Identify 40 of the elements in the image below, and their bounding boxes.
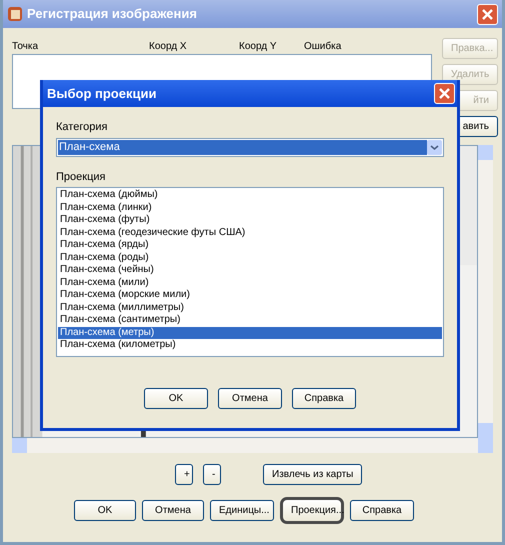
close-button[interactable] [477,4,498,24]
list-item[interactable]: План-схема (линки) [58,202,442,214]
list-item[interactable]: План-схема (роды) [58,252,442,264]
dialog-button[interactable]: Отмена [218,388,282,409]
list-item[interactable]: План-схема (ярды) [58,239,442,252]
dialog-button[interactable]: Отмена [142,500,204,521]
horizontal-scrollbar[interactable] [12,438,493,453]
list-item[interactable]: План-схема (мили) [58,276,442,289]
zoom-button[interactable]: + [175,464,193,484]
column-header: Коорд Y [239,40,278,54]
list-item[interactable]: План-схема (футы) [58,214,442,226]
close-icon [439,88,450,99]
category-label: Категория [56,120,108,135]
dialog-button[interactable]: OK [74,500,136,521]
category-dropdown[interactable]: План-схема [56,138,444,156]
list-item[interactable]: План-схема (сантиметры) [58,314,442,326]
list-item[interactable]: План-схема (чейны) [58,264,442,276]
list-item[interactable]: План-схема (километры) [58,339,442,352]
column-header: Точка [12,40,40,54]
app-icon [7,6,23,22]
list-item[interactable]: План-схема (метры) [58,326,442,339]
column-header: Коорд X [149,40,188,54]
close-icon [482,8,493,20]
zoom-button[interactable]: - [203,464,221,484]
chevron-down-icon [427,140,442,154]
dialog-button[interactable]: OK [144,388,208,409]
list-item[interactable]: План-схема (морские мили) [58,289,442,302]
column-header: Ошибка [304,40,342,54]
dialog-button[interactable]: Справка [292,388,356,409]
dialog-button[interactable]: Справка [350,500,414,521]
list-item[interactable]: План-схема (геодезические футы США) [58,226,442,239]
dialog-title: Выбор проекции [47,84,158,103]
vertical-scrollbar[interactable] [478,145,493,438]
close-button[interactable] [434,83,455,104]
dialog-button[interactable]: Единицы... [210,500,274,521]
projection-label: Проекция [56,170,106,184]
window-title: Регистрация изображения [27,5,198,24]
list-item[interactable]: План-схема (дюймы) [58,189,442,202]
list-item[interactable]: План-схема (миллиметры) [58,302,442,314]
extract-button[interactable]: Извлечь из карты [263,464,362,484]
